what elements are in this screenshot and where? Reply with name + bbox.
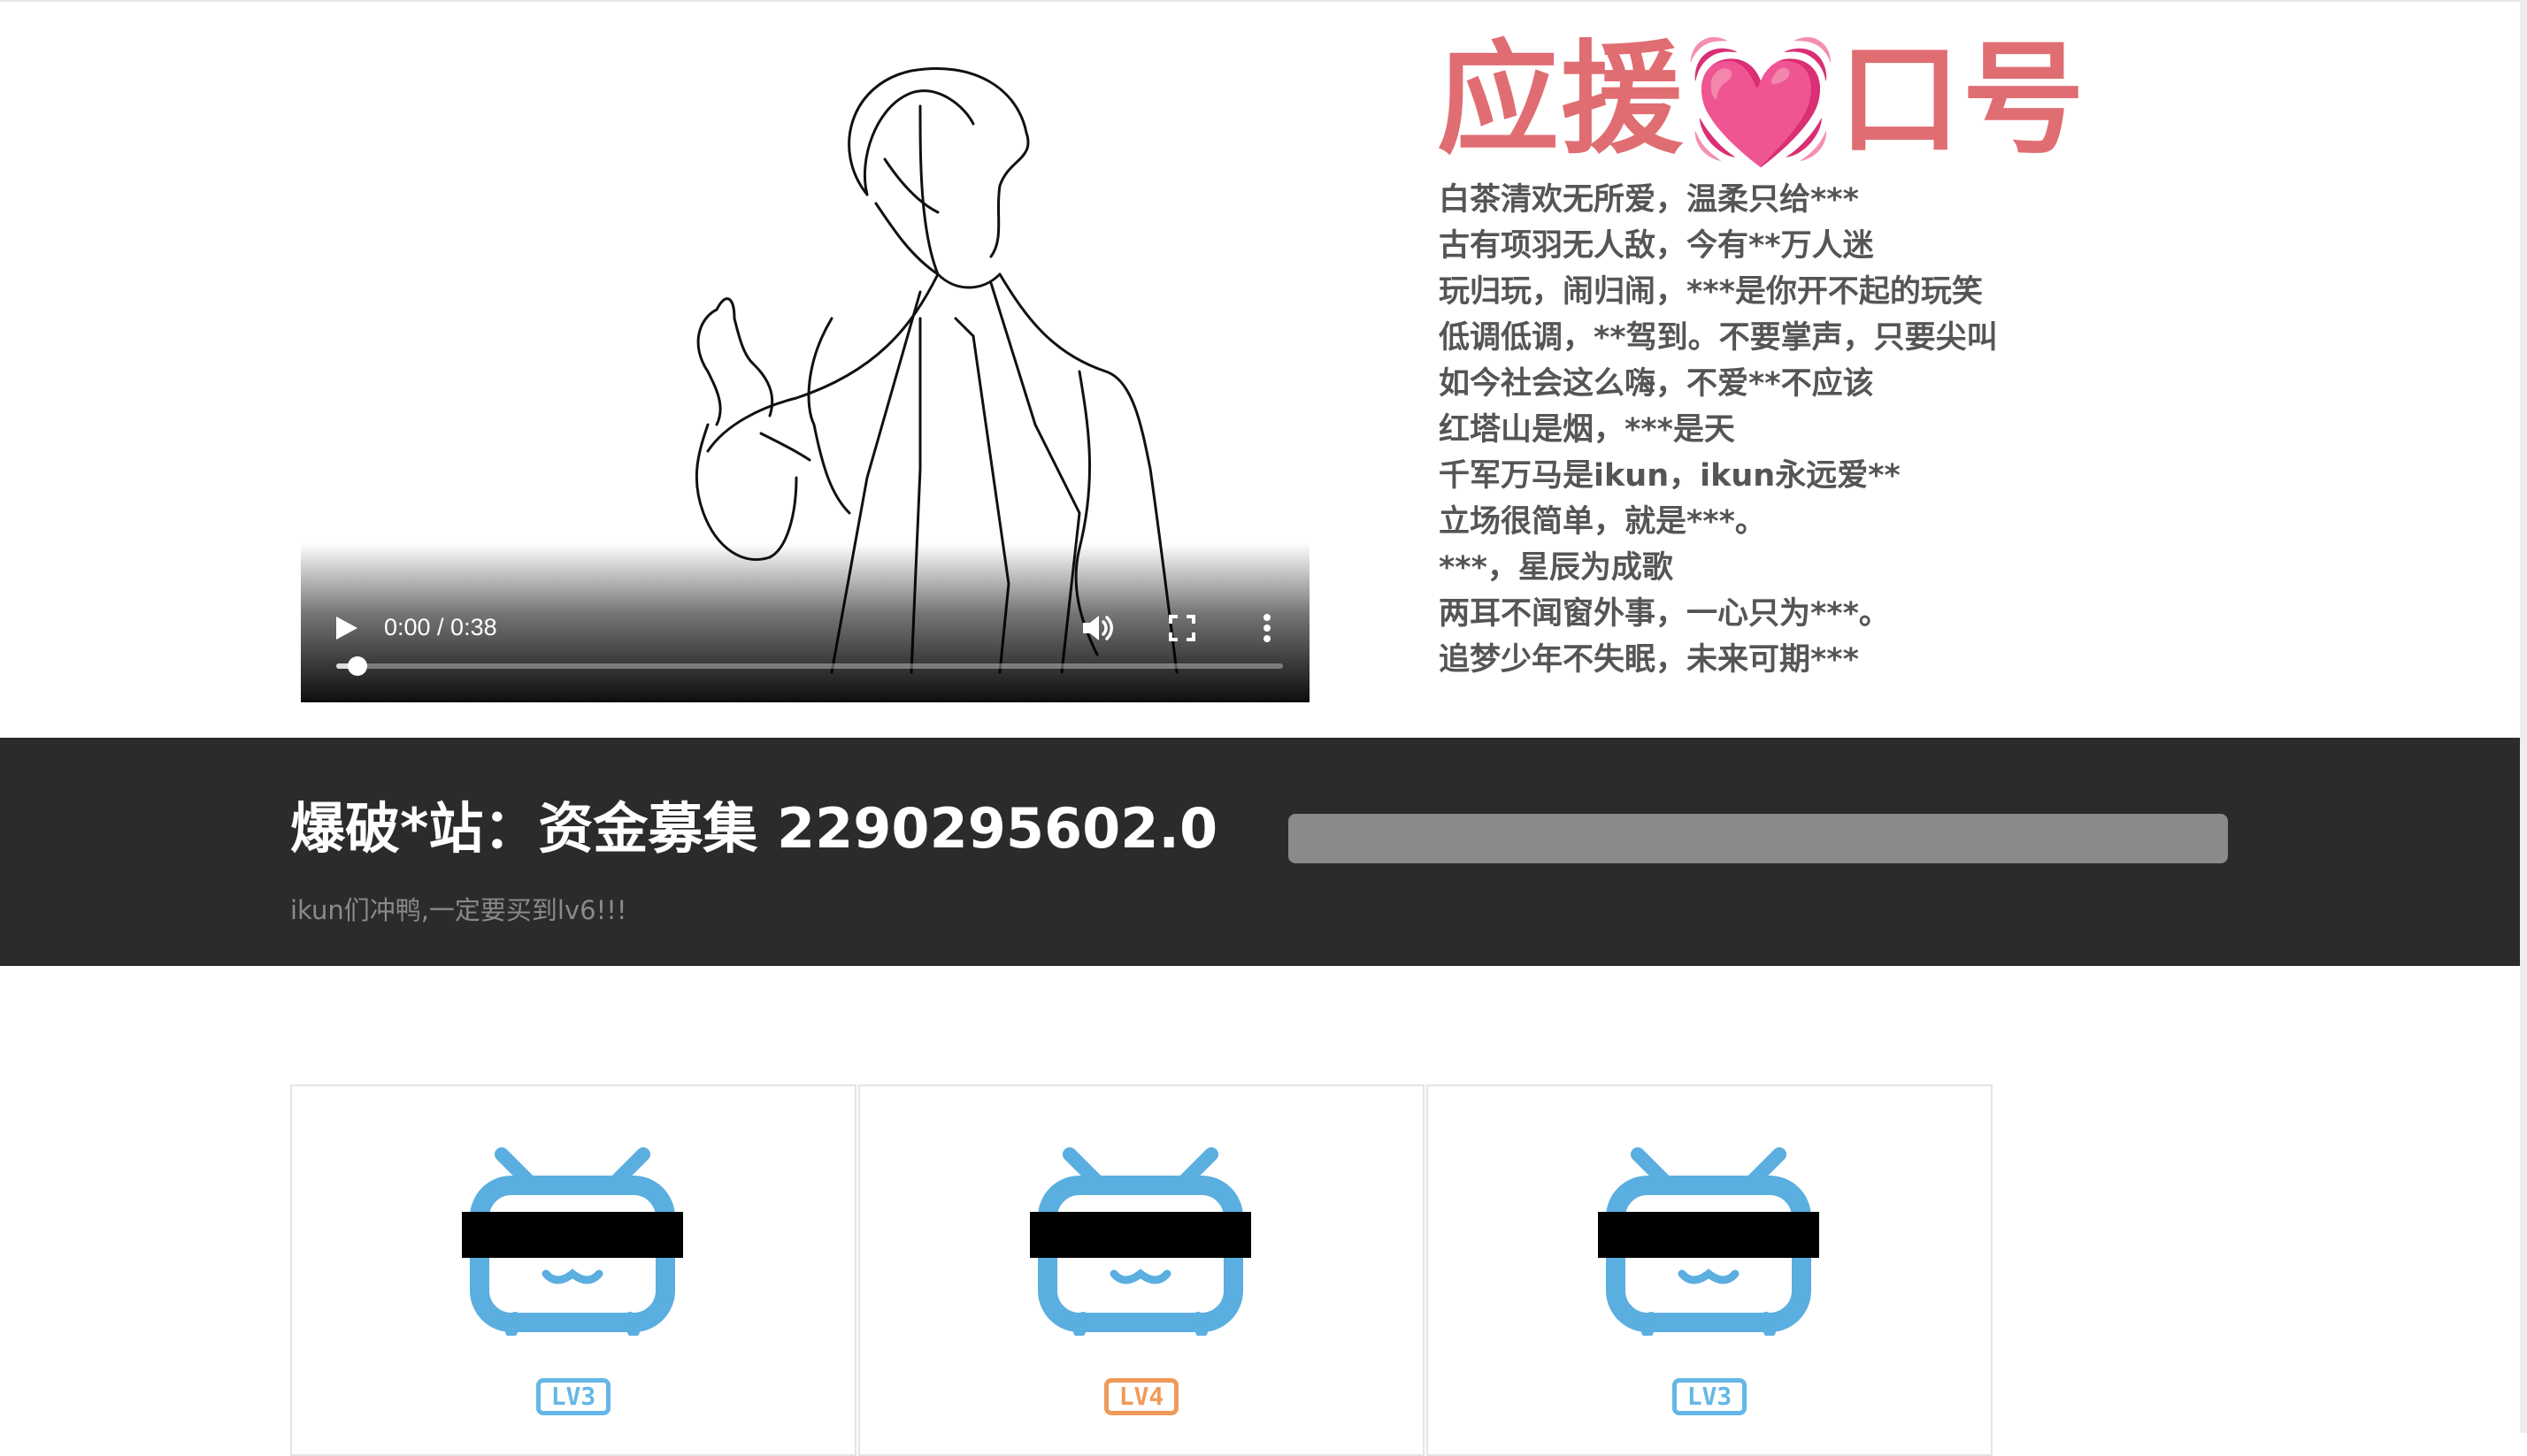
slogan-line: 如今社会这么嗨，不爱**不应该	[1439, 366, 1874, 402]
video-player[interactable]: 0:00 / 0:38	[301, 53, 1310, 702]
fullscreen-icon[interactable]	[1161, 607, 1203, 649]
slogan-line: ***，星辰为成歌	[1439, 550, 1673, 586]
level-badge: LV3	[1672, 1378, 1747, 1415]
play-icon[interactable]	[327, 610, 363, 646]
level-card[interactable]: LV3	[290, 1084, 856, 1456]
bilibili-tv-icon	[462, 1147, 683, 1336]
video-progress-bar[interactable]	[336, 656, 1283, 676]
page-scrollbar-track[interactable]	[2520, 0, 2527, 1433]
bilibili-tv-icon	[1598, 1147, 1819, 1336]
slogan-line: 立场很简单，就是***。	[1439, 504, 1766, 540]
more-vert-icon[interactable]	[1246, 607, 1288, 649]
slogan-title: 应援💓口号	[1437, 28, 2086, 171]
funding-title: 爆破*站：资金募集 2290295602.0	[290, 796, 1218, 861]
funding-progress-fill	[1288, 814, 2228, 863]
slogan-line: 追梦少年不失眠，未来可期***	[1439, 642, 1859, 678]
volume-icon[interactable]	[1076, 607, 1118, 649]
time-display: 0:00 / 0:38	[384, 614, 497, 640]
level-card-grid: LV3 LV4 LV3	[290, 1084, 1994, 1456]
funding-progress-bar	[1288, 814, 2228, 863]
slogan-line: 两耳不闻窗外事，一心只为***。	[1439, 596, 1890, 632]
hero-section: 0:00 / 0:38 应援💓口号 白茶清欢无所爱，温柔只给*** 古有项羽无人敌…	[0, 0, 2520, 738]
video-controls: 0:00 / 0:38	[301, 543, 1310, 702]
funding-banner: 爆破*站：资金募集 2290295602.0 ikun们冲鸭,一定要买到lv6!…	[0, 738, 2520, 966]
video-progress-thumb[interactable]	[348, 656, 368, 676]
level-badge: LV4	[1104, 1378, 1179, 1415]
level-card[interactable]: LV3	[1426, 1084, 1993, 1456]
slogan-line: 玩归玩，闹归闹，***是你开不起的玩笑	[1439, 274, 1983, 310]
level-badge: LV3	[536, 1378, 611, 1415]
funding-subtitle: ikun们冲鸭,一定要买到lv6!!!	[290, 895, 627, 925]
bilibili-tv-icon	[1030, 1147, 1251, 1336]
slogan-line: 白茶清欢无所爱，温柔只给***	[1439, 182, 1859, 218]
slogan-line: 红塔山是烟，***是天	[1439, 412, 1735, 448]
level-card[interactable]: LV4	[858, 1084, 1425, 1456]
slogan-list: 白茶清欢无所爱，温柔只给*** 古有项羽无人敌，今有**万人迷玩归玩，闹归闹，**…	[1439, 177, 1998, 683]
slogan-line: 千军万马是ikun，ikun永远爱**	[1439, 458, 1901, 494]
slogan-line: 古有项羽无人敌，今有**万人迷	[1439, 228, 1874, 264]
slogan-line: 低调低调，**驾到。不要掌声，只要尖叫	[1439, 320, 1998, 356]
